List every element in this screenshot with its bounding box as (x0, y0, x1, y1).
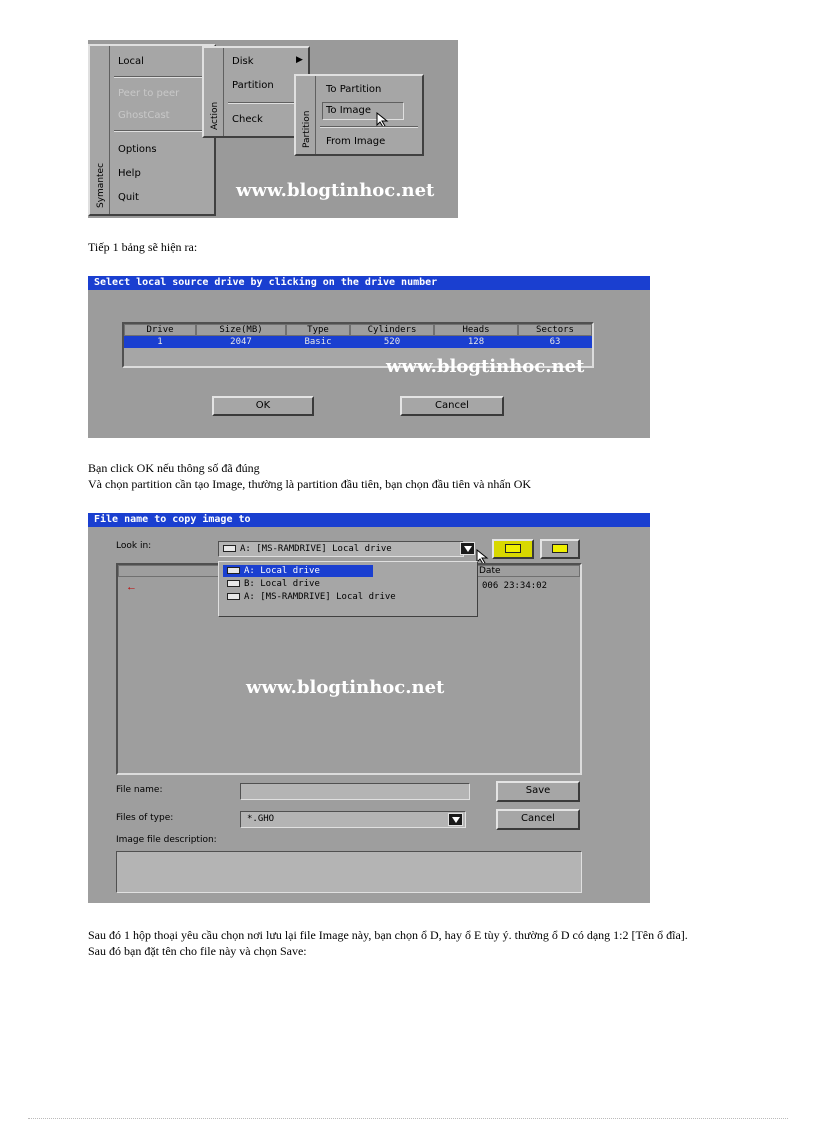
drive-icon (227, 567, 240, 574)
caption-2a: Bạn click OK nếu thông số đã đúng (88, 461, 260, 475)
caption-3a: Sau đó 1 hộp thoại yêu cầu chọn nơi lưu … (88, 928, 688, 942)
menu-item-partition[interactable]: Partition (232, 80, 274, 91)
partition-menu: Partition To Partition To Image From Ima… (294, 74, 424, 156)
new-folder-icon (552, 544, 568, 553)
dialog-title: File name to copy image to (88, 513, 650, 527)
file-name-label: File name: (116, 785, 163, 795)
menu-item-check[interactable]: Check (232, 114, 263, 125)
cancel-button[interactable]: Cancel (496, 809, 580, 830)
files-of-type-label: Files of type: (116, 813, 174, 823)
mouse-cursor-icon (376, 111, 390, 133)
menu-item-peer-to-peer: Peer to peer (118, 88, 180, 99)
image-description-input[interactable] (116, 851, 582, 893)
ok-button[interactable]: OK (212, 396, 314, 416)
dialog-title: Select local source drive by clicking on… (88, 276, 650, 290)
drive-icon (227, 580, 240, 587)
col-header-type: Type (286, 324, 350, 336)
col-header-drive: Drive (124, 324, 196, 336)
partition-menu-side-label: Partition (302, 110, 312, 148)
partition-menu-side: Partition (296, 76, 316, 154)
watermark: www.blogtinhoc.net (236, 180, 435, 201)
files-of-type-dropdown-arrow-icon[interactable] (448, 813, 463, 826)
select-drive-dialog: Select local source drive by clicking on… (88, 276, 650, 438)
caption-1: Tiếp 1 bảng sẽ hiện ra: (88, 240, 198, 254)
ghost-menu-screenshot: Symantec Local Peer to peer GhostCast Op… (88, 40, 458, 218)
cancel-button[interactable]: Cancel (400, 396, 504, 416)
main-menu: Symantec Local Peer to peer GhostCast Op… (88, 44, 216, 216)
col-header-sectors: Sectors (518, 324, 592, 336)
drive-icon (227, 593, 240, 600)
dropdown-option-a[interactable]: A: Local drive (223, 565, 373, 577)
caption-3b: Sau đó bạn đặt tên cho file này và chọn … (88, 944, 307, 958)
watermark: www.blogtinhoc.net (386, 356, 585, 377)
dropdown-option-b[interactable]: B: Local drive (223, 578, 320, 590)
file-date: 006 23:34:02 (482, 581, 548, 591)
col-header-heads: Heads (434, 324, 518, 336)
col-header-date[interactable]: Date (474, 565, 580, 577)
look-in-dropdown-list: A: Local drive B: Local drive A: [MS-RAM… (218, 561, 478, 617)
up-folder-button[interactable] (492, 539, 534, 559)
action-menu-side: Action (204, 48, 224, 136)
main-menu-side-label: Symantec (96, 162, 106, 208)
new-folder-button[interactable] (540, 539, 580, 559)
cell-type: Basic (304, 337, 332, 347)
menu-item-disk[interactable]: Disk (232, 56, 253, 67)
look-in-value: A: [MS-RAMDRIVE] Local drive (240, 544, 392, 554)
menu-item-options[interactable]: Options (118, 144, 157, 155)
save-button[interactable]: Save (496, 781, 580, 802)
look-in-select[interactable]: A: [MS-RAMDRIVE] Local drive (218, 541, 464, 557)
file-name-input[interactable] (240, 783, 470, 800)
cell-cylinders: 520 (383, 337, 401, 347)
col-header-size: Size(MB) (196, 324, 286, 336)
menu-item-from-image[interactable]: From Image (326, 136, 385, 147)
submenu-arrow-icon: ▶ (296, 55, 303, 65)
main-menu-side: Symantec (90, 46, 110, 214)
look-in-label: Look in: (116, 541, 152, 551)
parent-dir-arrow-icon[interactable]: ← (126, 581, 137, 593)
watermark: www.blogtinhoc.net (246, 677, 445, 698)
caption-2b: Và chọn partition cần tạo Image, thường … (88, 477, 532, 491)
cell-sectors: 63 (549, 337, 561, 347)
image-description-label: Image file description: (116, 835, 217, 845)
up-folder-icon (505, 544, 521, 553)
dropdown-option-ramdrive[interactable]: A: [MS-RAMDRIVE] Local drive (223, 591, 396, 603)
menu-item-local[interactable]: Local (118, 56, 144, 67)
file-save-dialog: File name to copy image to Look in: A: [… (88, 513, 650, 903)
col-header-cylinders: Cylinders (350, 324, 434, 336)
menu-item-to-image[interactable]: To Image (326, 105, 371, 116)
cell-size: 2047 (230, 337, 252, 347)
footer-divider (28, 1118, 788, 1119)
menu-item-help[interactable]: Help (118, 168, 141, 179)
menu-item-ghostcast: GhostCast (118, 110, 170, 121)
files-of-type-select[interactable]: *.GHO (240, 811, 466, 828)
action-menu-side-label: Action (210, 101, 220, 130)
cell-drive: 1 (157, 337, 163, 347)
menu-item-to-partition[interactable]: To Partition (326, 84, 381, 95)
look-in-dropdown-arrow-icon[interactable] (460, 542, 475, 555)
drive-icon (223, 545, 236, 552)
menu-item-quit[interactable]: Quit (118, 192, 139, 203)
cell-heads: 128 (467, 337, 485, 347)
